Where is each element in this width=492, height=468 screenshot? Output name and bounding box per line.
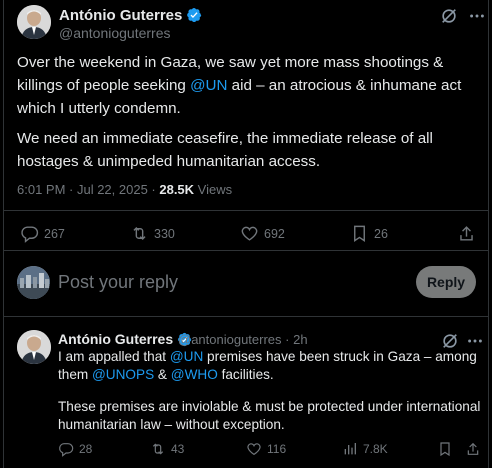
like-action[interactable]: 116 (246, 441, 286, 457)
bookmark-action[interactable]: 26 (350, 224, 388, 243)
views-count[interactable]: 28.5K (159, 182, 194, 197)
author-name-text[interactable]: António Guterres (58, 331, 173, 347)
author-name[interactable]: António Guterres (59, 7, 202, 24)
views-action[interactable]: 7.8K (342, 441, 388, 457)
tweet-metadata: 6:01 PM · Jul 22, 2025 · 28.5K Views (17, 182, 232, 197)
mention-link-unops[interactable]: @UNOPS (92, 367, 154, 382)
mention-link-un[interactable]: @UN (170, 349, 203, 364)
repost-icon (133, 226, 146, 241)
views-icon (344, 443, 356, 455)
bookmark-icon (440, 442, 450, 457)
like-action[interactable]: 692 (240, 224, 285, 243)
grok-icon[interactable] (440, 7, 458, 25)
reply-icon (59, 443, 74, 457)
verified-badge-icon (187, 7, 202, 23)
author-avatar[interactable] (17, 330, 51, 364)
repost-icon (152, 443, 164, 455)
my-avatar[interactable] (17, 266, 50, 299)
tweet-text-paragraph-2: These premises are inviolable & must be … (58, 399, 481, 432)
share-action[interactable] (457, 224, 481, 243)
divider (3, 316, 489, 317)
reply-button[interactable]: Reply (416, 266, 476, 298)
divider (3, 210, 489, 211)
like-icon (241, 226, 258, 241)
views-count: 7.8K (363, 442, 388, 456)
reply-input[interactable]: Post your reply (58, 272, 178, 293)
author-name[interactable]: António Guterres (58, 331, 192, 347)
share-action[interactable] (465, 441, 486, 457)
reply-action[interactable]: 267 (20, 224, 65, 243)
like-count: 692 (264, 226, 285, 241)
reply-count: 267 (44, 226, 65, 241)
repost-count: 330 (154, 226, 175, 241)
tweet-detail-view: António Guterres @antonioguterres Over t… (0, 0, 492, 468)
bookmark-action[interactable] (437, 441, 458, 457)
tweet-timestamp[interactable]: 6:01 PM · Jul 22, 2025 · (17, 182, 159, 197)
author-handle[interactable]: @antonioguterres (59, 25, 171, 41)
views-label: Views (194, 182, 233, 197)
share-icon (467, 442, 479, 455)
divider (3, 250, 489, 251)
tweet-text-paragraph-1: I am appalled that @UN premises have bee… (58, 348, 483, 384)
repost-count: 43 (171, 442, 185, 456)
more-icon[interactable] (468, 7, 486, 25)
author-handle-time[interactable]: @antonioguterres · 2h (178, 332, 308, 347)
bookmark-icon (354, 225, 365, 242)
author-name-text[interactable]: António Guterres (59, 7, 182, 24)
mention-link-un[interactable]: @UN (190, 77, 227, 94)
reply-icon (21, 226, 39, 243)
author-avatar[interactable] (17, 5, 51, 39)
tweet-text: & (154, 367, 171, 382)
tweet-text: I am appalled that (58, 349, 170, 364)
left-border (3, 0, 4, 468)
repost-action[interactable]: 43 (150, 441, 184, 457)
bookmark-count: 26 (374, 226, 388, 241)
tweet-text: facilities. (217, 367, 274, 382)
reply-count: 28 (79, 442, 93, 456)
share-icon (460, 226, 473, 241)
like-count: 116 (267, 442, 287, 456)
like-icon (247, 443, 261, 456)
repost-action[interactable]: 330 (130, 224, 175, 243)
reply-action[interactable]: 28 (58, 441, 92, 457)
right-border (488, 0, 489, 468)
tweet-text-paragraph-2: We need an immediate ceasefire, the imme… (17, 130, 433, 170)
mention-link-who[interactable]: @WHO (171, 367, 218, 382)
tweet-text-paragraph-1: Over the weekend in Gaza, we saw yet mor… (17, 51, 485, 120)
